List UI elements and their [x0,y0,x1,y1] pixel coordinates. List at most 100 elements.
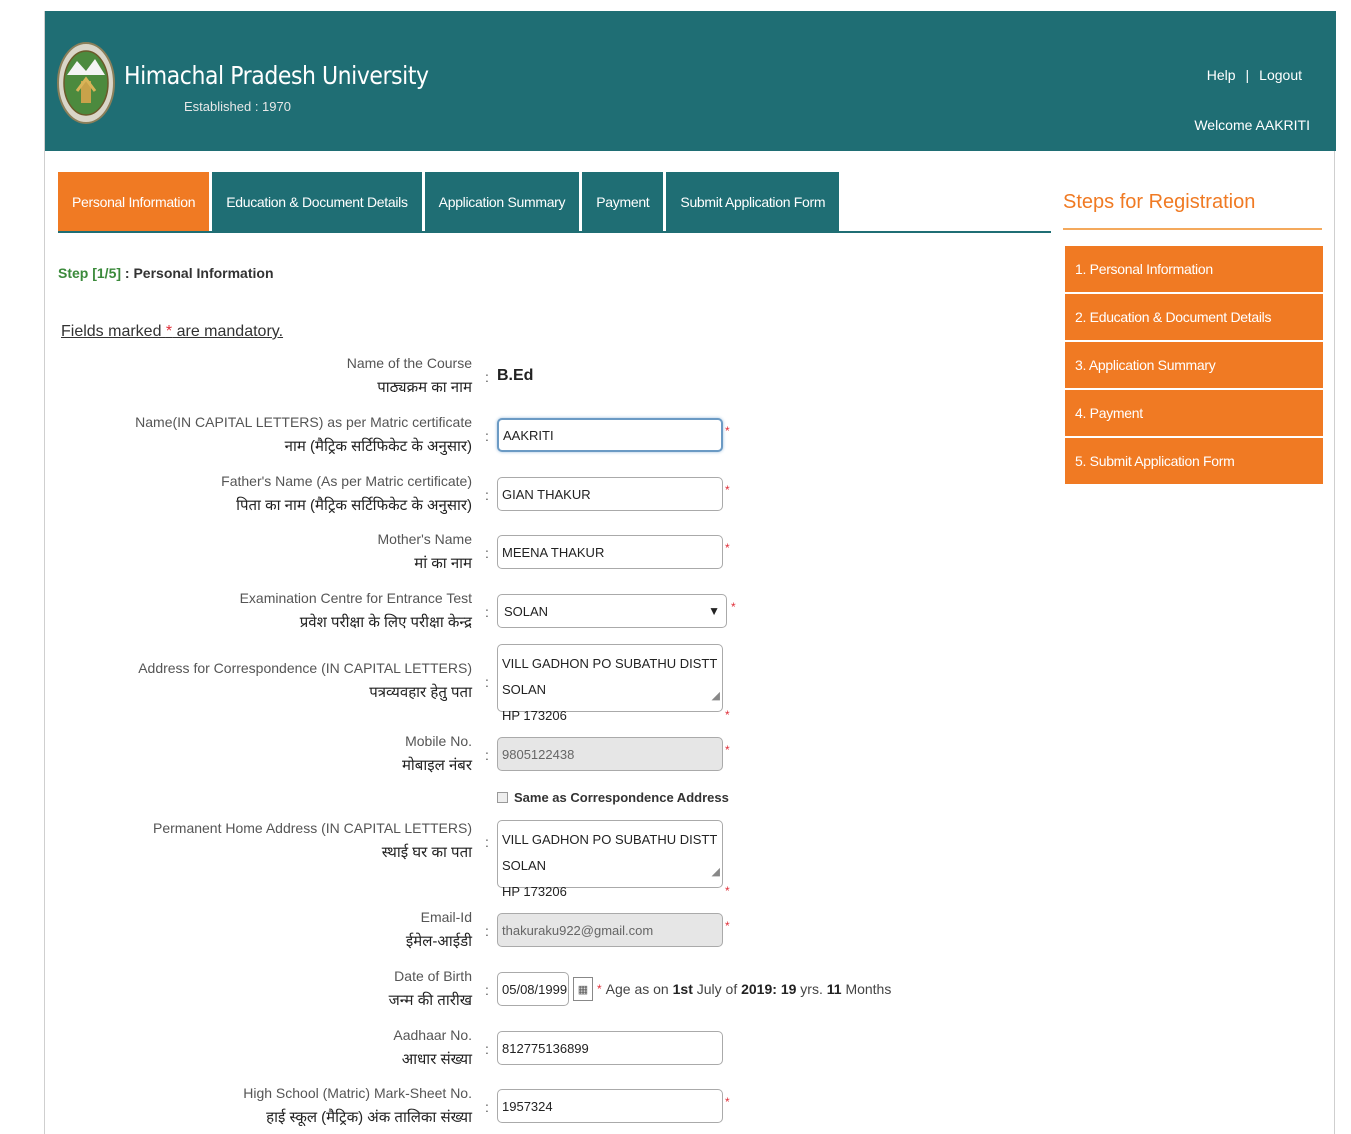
required-star: * [725,708,730,722]
permanent-address-textarea[interactable]: VILL GADHON PO SUBATHU DISTT SOLAN HP 17… [497,820,723,899]
permanent-label: Permanent Home Address (IN CAPITAL LETTE… [153,816,472,866]
mandatory-prefix: Fields marked [61,323,166,340]
email-field-wrap: thakuraku922@gmail.com [497,913,723,947]
mandatory-note: Fields marked * are mandatory. [61,323,283,341]
father-label-en: Father's Name (As per Matric certificate… [221,473,472,489]
permanent-label-hi: स्थाई घर का पता [381,844,472,861]
correspondence-line1: VILL GADHON PO SUBATHU DISTT SOLAN [502,656,718,697]
steps-divider [1063,228,1322,230]
step-number: Step [1/5] [58,265,122,281]
father-label: Father's Name (As per Matric certificate… [221,469,472,519]
name-input[interactable]: AAKRITI [497,418,723,452]
father-field-wrap: GIAN THAKUR [497,477,723,511]
course-label: Name of the Course पाठ्यक्रम का नाम [347,351,472,401]
colon: : [485,923,489,939]
age-months: 11 [826,981,842,997]
steps-item-application-summary[interactable]: 3. Application Summary [1065,342,1323,388]
colon: : [485,369,489,385]
university-name: Himachal Pradesh University [124,61,429,90]
resize-grip-icon[interactable]: ◢ [712,683,720,709]
dob-field-wrap: 05/08/1999 ▦ * Age as on 1st July of 201… [497,972,891,1006]
exam-centre-label-hi: प्रवेश परीक्षा के लिए परीक्षा केन्द्र [299,614,472,631]
header-separator: | [1245,67,1250,83]
steps-item-personal-information[interactable]: 1. Personal Information [1065,246,1323,292]
resize-grip-icon[interactable]: ◢ [712,859,720,885]
mother-label-en: Mother's Name [377,531,472,547]
steps-item-education-documents[interactable]: 2. Education & Document Details [1065,294,1323,340]
dob-wrap: 05/08/1999 ▦ * Age as on 1st July of 201… [497,972,891,1006]
mother-name-input[interactable]: MEENA THAKUR [497,535,723,569]
email-label: Email-Id ईमेल-आईडी [406,905,472,955]
name-label: Name(IN CAPITAL LETTERS) as per Matric c… [135,410,472,460]
exam-centre-label: Examination Centre for Entrance Test प्र… [240,586,472,636]
steps-item-submit-application[interactable]: 5. Submit Application Form [1065,438,1323,484]
age-year: 2019: [741,981,777,997]
steps-list: 1. Personal Information 2. Education & D… [1065,246,1323,486]
course-label-hi: पाठ्यक्रम का नाम [377,379,472,396]
matric-label: High School (Matric) Mark-Sheet No. हाई … [243,1081,472,1131]
mother-label-hi: मां का नाम [414,555,472,572]
steps-item-payment[interactable]: 4. Payment [1065,390,1323,436]
aadhaar-label: Aadhaar No. आधार संख्या [393,1023,472,1073]
required-star: * [725,919,730,933]
colon: : [485,1041,489,1057]
required-star: * [725,1095,730,1109]
colon: : [485,747,489,763]
tab-personal-information[interactable]: Personal Information [58,172,210,232]
colon: : [485,487,489,503]
correspondence-label: Address for Correspondence (IN CAPITAL L… [138,656,472,706]
matric-label-en: High School (Matric) Mark-Sheet No. [243,1085,472,1101]
help-link[interactable]: Help [1207,67,1236,83]
logout-link[interactable]: Logout [1259,67,1302,83]
dob-input[interactable]: 05/08/1999 [497,972,569,1006]
dob-label-hi: जन्म की तारीख [388,992,472,1009]
university-logo [57,35,115,131]
tab-submit-application[interactable]: Submit Application Form [666,172,840,232]
colon: : [485,604,489,620]
same-address-checkbox[interactable] [497,792,508,803]
exam-centre-value: SOLAN [504,603,549,619]
header-bar: Himachal Pradesh University Established … [45,11,1336,151]
mobile-input: 9805122438 [497,737,723,771]
email-input: thakuraku922@gmail.com [497,913,723,947]
permanent-field-wrap: VILL GADHON PO SUBATHU DISTT SOLAN HP 17… [497,820,723,899]
father-name-input[interactable]: GIAN THAKUR [497,477,723,511]
required-star: * [725,483,730,497]
mother-label: Mother's Name मां का नाम [378,527,472,577]
tab-bar: Personal Information Education & Documen… [58,172,840,232]
steps-title: Steps for Registration [1063,191,1256,213]
age-years: 19 [780,981,797,997]
required-star: * [725,884,730,898]
exam-centre-field-wrap: SOLAN ▼ [497,594,727,628]
matric-marksheet-input[interactable]: 1957324 [497,1089,723,1123]
colon: : [485,674,489,690]
dob-label-en: Date of Birth [394,968,472,984]
colon: : [485,1099,489,1115]
step-separator: : [121,265,134,281]
mandatory-suffix: are mandatory. [172,323,284,340]
exam-centre-select[interactable]: SOLAN ▼ [497,594,727,628]
mobile-field-wrap: 9805122438 [497,737,723,771]
colon: : [485,428,489,444]
correspondence-address-textarea[interactable]: VILL GADHON PO SUBATHU DISTT SOLAN HP 17… [497,644,723,723]
exam-centre-label-en: Examination Centre for Entrance Test [239,590,472,606]
header-links: Help | Logout [1207,67,1302,83]
email-label-en: Email-Id [420,909,472,925]
established-text: Established : 1970 [184,99,291,114]
age-date: 1st [672,981,693,997]
tab-payment[interactable]: Payment [582,172,664,232]
age-prefix: Age as on [605,981,669,997]
mother-field-wrap: MEENA THAKUR [497,535,723,569]
mobile-label-hi: मोबाइल नंबर [401,757,472,774]
page-container: Himachal Pradesh University Established … [44,11,1336,1134]
aadhaar-input[interactable]: 812775136899 [497,1031,723,1065]
name-label-en: Name(IN CAPITAL LETTERS) as per Matric c… [135,414,472,430]
calendar-icon[interactable]: ▦ [573,977,593,1001]
aadhaar-label-hi: आधार संख्या [401,1051,472,1068]
correspondence-label-hi: पत्रव्यवहार हेतु पता [369,684,472,701]
permanent-label-en: Permanent Home Address (IN CAPITAL LETTE… [153,820,472,836]
mobile-label: Mobile No. मोबाइल नंबर [402,729,472,779]
email-label-hi: ईमेल-आईडी [405,933,472,950]
tab-application-summary[interactable]: Application Summary [424,172,580,232]
tab-education-documents[interactable]: Education & Document Details [212,172,422,232]
